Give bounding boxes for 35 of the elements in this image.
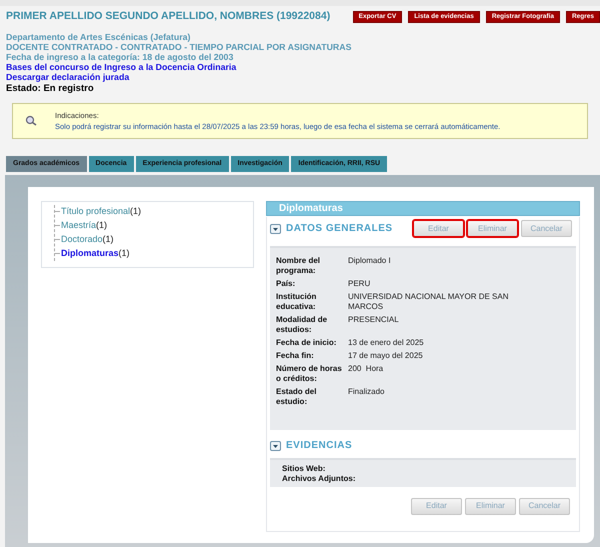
tree-item[interactable]: Diplomaturas(1): [55, 246, 253, 261]
link[interactable]: Bases del concurso de Ingreso a la Docencia Ordinaria: [6, 62, 600, 72]
magnifier-icon: [25, 115, 37, 126]
info-text: Departamento de Artes Escénicas (Jefatura): [6, 32, 192, 42]
field-label: País:: [276, 278, 296, 289]
field-label: Archivos Adjuntos:: [282, 474, 356, 484]
field-label: Nombre del programa:: [276, 256, 322, 276]
tree-item[interactable]: Maestría(1): [55, 218, 253, 233]
field-label: Estado del estudio:: [276, 386, 318, 407]
field-value: Diplomado I: [348, 256, 392, 267]
info-text: Fecha de ingreso a la categoría: 18 de agosto del 2003: [6, 52, 234, 62]
field-label: Sitios Web:: [282, 464, 326, 474]
field-label: Fecha fin:: [276, 350, 315, 361]
field-label: Número de horas o créditos:: [276, 364, 343, 384]
panel-header: Diplomaturas: [266, 200, 580, 216]
info-text: DOCENTE CONTRATADO - CONTRATADO - TIEMPO PARCIAL POR ASIGNATURAS: [6, 42, 353, 52]
field-value: PERU: [348, 278, 372, 289]
section-title: EVIDENCIAS: [286, 439, 352, 454]
link[interactable]: Descargar declaración jurada: [6, 72, 600, 82]
status-text: Estado: En registro: [6, 84, 95, 94]
collapse-icon: [270, 440, 281, 451]
person-name: PRIMER APELLIDO SEGUNDO APELLIDO, NOMBRES (19922084): [6, 9, 330, 24]
tree-item[interactable]: Doctorado(1): [55, 232, 253, 247]
collapse-icon: [270, 224, 281, 234]
section-title: DATOS GENERALES: [286, 222, 394, 236]
field-value: 17 de mayo del 2025: [348, 350, 424, 361]
field-label: Fecha de inicio:: [276, 338, 338, 348]
field-value: PRESENCIAL: [348, 314, 400, 326]
field-label: Modalidad de estudios:: [276, 314, 328, 335]
field-value: 200 Hora: [348, 364, 384, 375]
field-label: Institución educativa:: [276, 292, 318, 312]
tree-item[interactable]: Título profesional(1): [55, 204, 253, 219]
field-value: 13 de enero del 2025: [348, 338, 425, 348]
field-value: UNIVERSIDAD NACIONAL MAYOR DE SAN MARCOS: [348, 292, 510, 312]
field-value: Finalizado: [348, 386, 386, 398]
